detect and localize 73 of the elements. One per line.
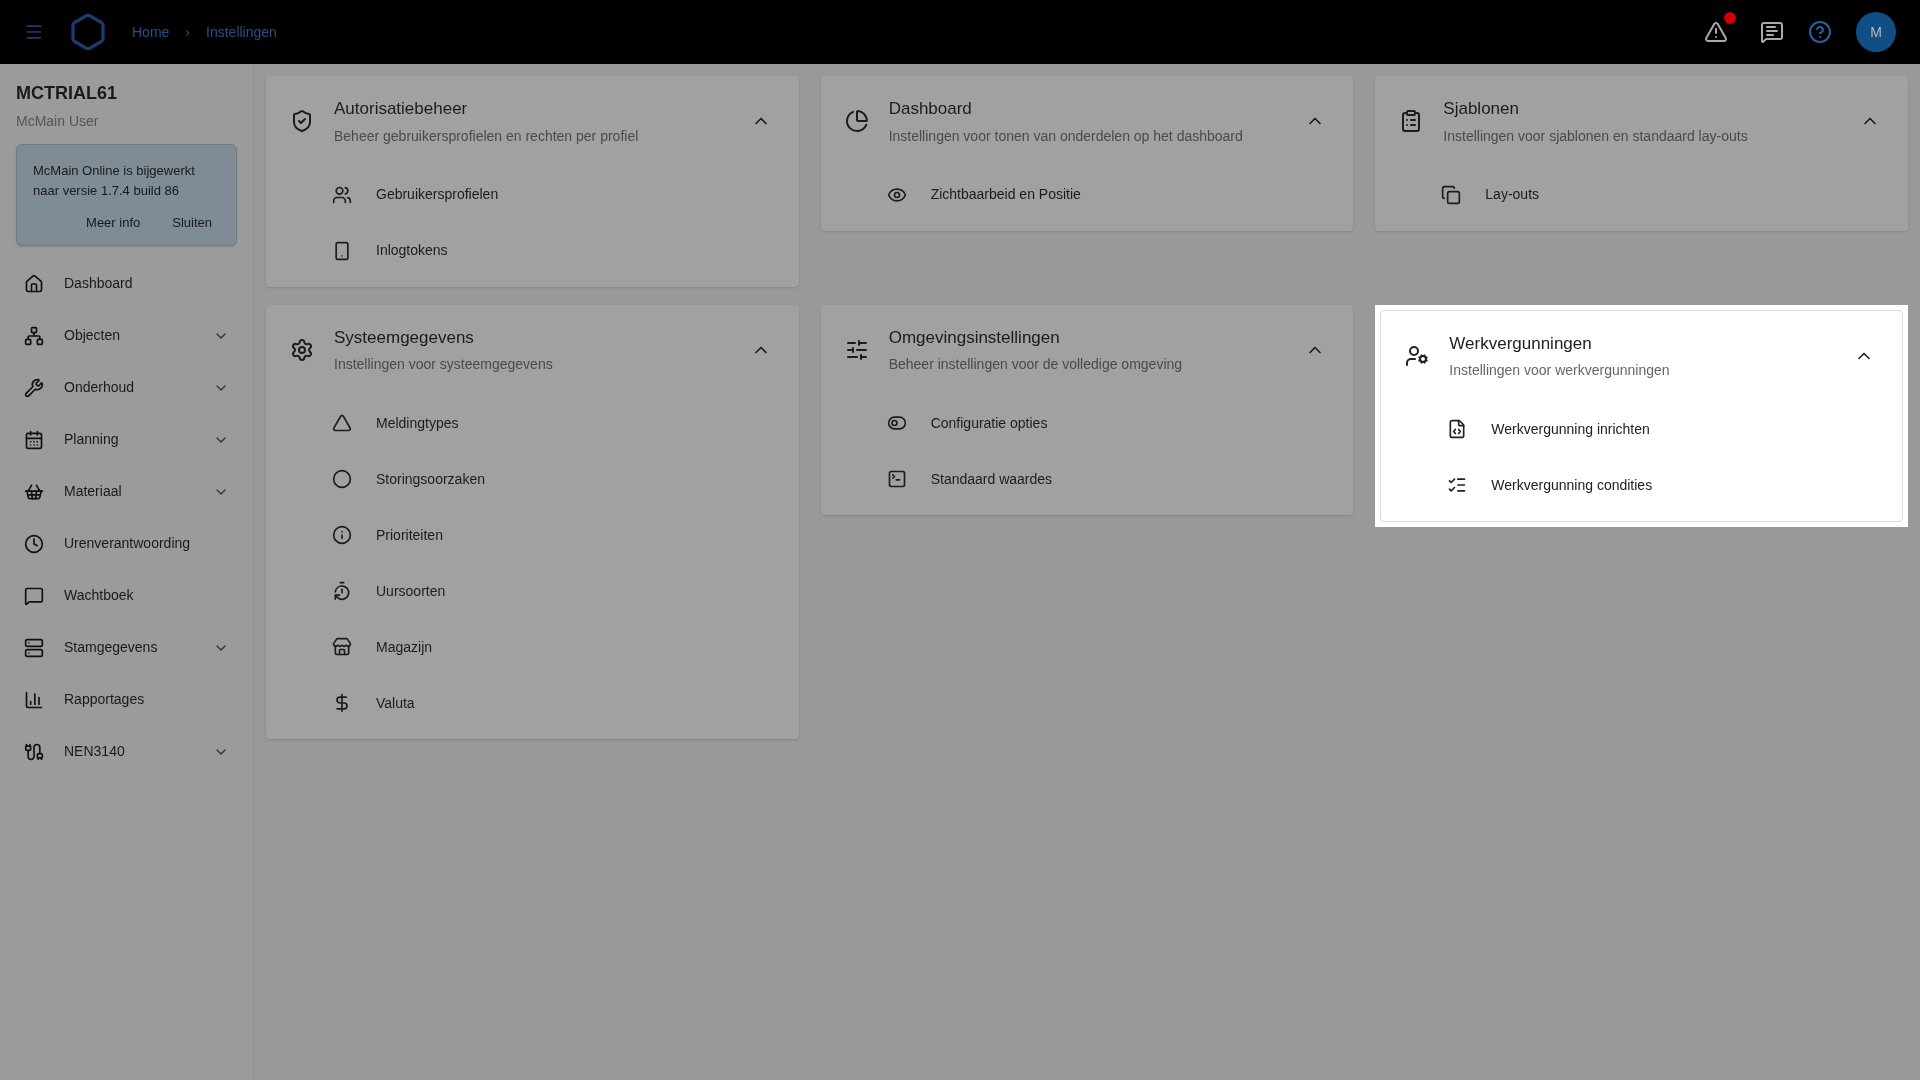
nav-item[interactable]: Objecten — [16, 309, 237, 362]
breadcrumb-separator: › — [185, 22, 191, 42]
settings-link[interactable]: Meldingtypes — [266, 395, 799, 451]
network-icon — [24, 325, 44, 346]
card-subtitle: Beheer gebruikersprofielen en rechten per profiel — [334, 126, 640, 146]
settings-link[interactable]: Uursoorten — [266, 563, 799, 619]
gear-icon — [290, 337, 314, 362]
chart-icon — [24, 689, 44, 710]
terminal-icon — [886, 469, 907, 489]
card-subtitle: Beheer instellingen voor de volledige omgeving — [888, 355, 1184, 374]
help-icon[interactable] — [1808, 20, 1832, 44]
checklist-icon — [1447, 475, 1468, 495]
notice-text: McMain Online is bijgewerkt naar versie 1.7.4 build 86 — [33, 162, 196, 200]
alert-icon — [1704, 20, 1728, 44]
calendar-icon — [24, 429, 44, 450]
nav-item[interactable]: Onderhoud — [16, 361, 237, 414]
user-avatar[interactable]: M — [1856, 12, 1896, 52]
card-title: Autorisatiebeheer — [334, 98, 469, 120]
settings-link[interactable]: Lay-outs — [1375, 166, 1908, 223]
notice-action[interactable]: Meer info — [78, 213, 149, 233]
timer-icon — [332, 581, 352, 601]
card-title: Systeemgegevens — [334, 326, 475, 349]
toggle-icon — [886, 413, 907, 433]
settings-link[interactable]: Werkvergunning condities — [1381, 457, 1902, 513]
triangle-icon — [332, 413, 352, 433]
nav-item[interactable]: Stamgegevens — [16, 621, 237, 674]
user-name: McMain User — [16, 112, 100, 131]
server-icon — [24, 637, 44, 658]
settings-link[interactable]: Prioriteiten — [266, 507, 799, 563]
card-subtitle: Instellingen voor sjablonen en standaard lay-outs — [1443, 126, 1749, 146]
home-icon — [24, 273, 44, 294]
notice-action[interactable]: Sluiten — [164, 213, 220, 233]
settings-link[interactable]: Inlogtokens — [266, 222, 799, 279]
code-file-icon — [1447, 419, 1468, 439]
settings-link[interactable]: Gebruikersprofielen — [266, 166, 799, 223]
copy-icon — [1441, 184, 1462, 205]
nav-item[interactable]: Planning — [16, 413, 237, 466]
settings-link[interactable]: Valuta — [266, 675, 799, 731]
card-title: Werkvergunningen — [1449, 332, 1593, 355]
card-title: Omgevingsinstellingen — [888, 326, 1061, 349]
settings-link[interactable]: Standaard waardes — [820, 451, 1354, 507]
settings-link[interactable]: Storingsoorzaken — [266, 451, 799, 507]
settings-link[interactable]: Werkvergunning inrichten — [1381, 401, 1902, 457]
basket-icon — [24, 481, 44, 502]
card-subtitle: Instellingen voor tonen van onderdelen op het dashboard — [888, 126, 1244, 146]
clock-icon — [24, 533, 44, 554]
circle-icon — [332, 469, 352, 489]
shield-icon — [290, 109, 314, 134]
wrench-icon — [24, 377, 44, 398]
nav-item[interactable]: Wachtboek — [16, 569, 237, 622]
settings-link[interactable]: Configuratie opties — [820, 395, 1354, 451]
phone-icon — [332, 240, 352, 261]
card-title: Dashboard — [888, 98, 973, 120]
nav-item[interactable]: Urenverantwoording — [16, 517, 237, 570]
card-subtitle: Instellingen voor werkvergunningen — [1449, 361, 1671, 380]
chat-icon — [24, 585, 44, 606]
store-icon — [332, 637, 352, 657]
users-icon — [332, 184, 352, 205]
sliders-icon — [844, 337, 869, 362]
chat-icon[interactable] — [1760, 20, 1784, 44]
pie-chart-icon — [844, 109, 869, 134]
card-subtitle: Instellingen voor systeemgegevens — [334, 355, 554, 374]
nav-item[interactable]: Dashboard — [16, 257, 237, 310]
hexagon-logo-icon — [68, 12, 108, 52]
nav-item[interactable]: Rapportages — [16, 673, 237, 726]
card-title: Sjablonen — [1443, 98, 1520, 120]
cable-icon — [24, 741, 44, 762]
nav-item[interactable]: NEN3140 — [16, 725, 237, 778]
settings-link[interactable]: Magazijn — [266, 619, 799, 675]
settings-link[interactable]: Zichtbaarbeid en Positie — [820, 166, 1354, 223]
tenant-name: MCTRIAL61 — [16, 82, 118, 105]
user-gear-icon — [1405, 343, 1430, 368]
nav-item[interactable]: Materiaal — [16, 465, 237, 518]
